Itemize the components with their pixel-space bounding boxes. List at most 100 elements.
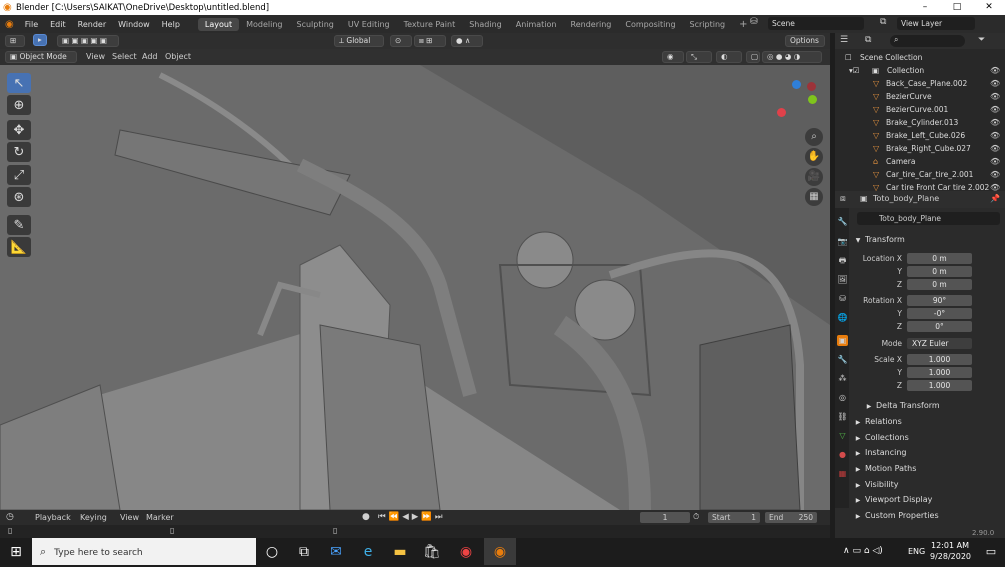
particles-tab-icon[interactable]: ⁂ — [837, 373, 848, 384]
xray-icon[interactable]: ▢ — [746, 51, 760, 63]
world-tab-icon[interactable]: 🌐 — [837, 312, 848, 323]
menu-playback[interactable]: Playback — [35, 513, 71, 522]
tab-compositing[interactable]: Compositing — [618, 18, 682, 31]
cursor-tool-icon[interactable]: ⊕ — [7, 95, 31, 115]
scene-selector[interactable]: Scene — [768, 17, 864, 30]
filter-icon[interactable]: ⏷ — [978, 35, 985, 45]
menu-select[interactable]: Select — [112, 52, 137, 61]
move-tool-icon[interactable]: ✥ — [7, 120, 31, 140]
timeline-editor-icon[interactable]: ◷ — [6, 512, 14, 522]
select-box-icon[interactable]: ▸ — [33, 34, 47, 46]
menu-view-timeline[interactable]: View — [120, 513, 139, 522]
eye-icon[interactable]: 👁 — [990, 155, 1000, 168]
blender-taskbar-icon[interactable]: ◉ — [484, 538, 516, 565]
menu-marker[interactable]: Marker — [146, 513, 174, 522]
menu-edit[interactable]: Edit — [44, 20, 72, 29]
outliner-item[interactable]: ▽ Brake_Right_Cube.027 👁 — [835, 142, 1005, 155]
collection-checkbox-icon[interactable]: ▾☑ — [849, 64, 860, 77]
editor-type-icon[interactable]: ⊞ — [5, 35, 25, 47]
location-z-field[interactable]: 0 m — [907, 279, 972, 290]
minimize-button[interactable]: – — [910, 0, 940, 15]
eye-icon[interactable]: 👁 — [990, 181, 1000, 191]
tab-modeling[interactable]: Modeling — [239, 18, 289, 31]
view-layer-selector[interactable]: View Layer — [897, 17, 975, 30]
eye-icon[interactable]: 👁 — [990, 168, 1000, 181]
mail-icon[interactable]: ✉ — [320, 538, 352, 565]
material-tab-icon[interactable]: ● — [837, 449, 848, 460]
tab-sculpting[interactable]: Sculpting — [290, 18, 341, 31]
outliner-item[interactable]: ▽ BezierCurve 👁 — [835, 90, 1005, 103]
output-tab-icon[interactable]: 🖶 — [837, 255, 848, 266]
motion-paths-panel[interactable]: ▶ Motion Paths — [851, 462, 1003, 476]
scene-icon[interactable]: ⛁ — [750, 17, 765, 30]
store-icon[interactable]: 🛍 — [416, 538, 448, 565]
selection-mode-icons[interactable]: ▣ ▣ ▣ ▣ ▣ — [57, 35, 119, 47]
rotation-y-field[interactable]: -0° — [907, 308, 972, 319]
constraints-tab-icon[interactable]: ⛓ — [837, 411, 848, 422]
start-frame-field[interactable]: Start 1 — [708, 512, 760, 523]
cortana-icon[interactable]: ○ — [256, 538, 288, 565]
snap-icon[interactable]: ⧈ ⊞ — [414, 35, 446, 47]
eye-icon[interactable]: 👁 — [990, 90, 1000, 103]
pin-icon[interactable]: 📌 — [990, 194, 1000, 203]
menu-window[interactable]: Window — [112, 20, 156, 29]
current-frame-field[interactable]: 1 — [640, 512, 690, 523]
task-view-icon[interactable]: ⧉ — [288, 538, 320, 565]
navigation-gizmo[interactable] — [775, 80, 820, 120]
select-tool-icon[interactable]: ↖ — [7, 73, 31, 93]
instancing-panel[interactable]: ▶ Instancing — [851, 446, 1003, 460]
tab-animation[interactable]: Animation — [509, 18, 564, 31]
scale-y-field[interactable]: 1.000 — [907, 367, 972, 378]
eye-icon[interactable]: 👁 — [990, 77, 1000, 90]
scene-tab-icon[interactable]: ⛁ — [837, 293, 848, 304]
outliner-item[interactable]: ▽ BezierCurve.001 👁 — [835, 103, 1005, 116]
proportional-edit-icon[interactable]: ● ∧ — [451, 35, 483, 47]
measure-tool-icon[interactable]: 📐 — [7, 237, 31, 257]
playback-controls-icon[interactable]: ⏮⏪◀▶⏩⏭ — [378, 512, 446, 522]
blender-menu-icon[interactable]: ◉ — [0, 19, 19, 30]
viewport-display-panel[interactable]: ▶ Viewport Display — [851, 493, 1003, 507]
properties-editor-icon[interactable]: ⧈ — [840, 194, 846, 204]
object-name-field[interactable]: Toto_body_Plane — [857, 212, 1000, 225]
tab-texture-paint[interactable]: Texture Paint — [397, 18, 463, 31]
zoom-icon[interactable]: ⌕ — [805, 128, 823, 146]
tray-icons[interactable]: ∧ ▭ ⌂ ◁) — [843, 546, 883, 556]
end-frame-field[interactable]: End 250 — [765, 512, 817, 523]
collection-row[interactable]: ▾☑ ▣ Collection 👁 — [835, 64, 1005, 77]
tab-layout[interactable]: Layout — [197, 17, 240, 31]
eye-icon[interactable]: 👁 — [990, 103, 1000, 116]
transform-orientation-dropdown[interactable]: ⟂ Global — [334, 35, 384, 47]
tab-scripting[interactable]: Scripting — [683, 18, 733, 31]
maximize-button[interactable]: □ — [942, 0, 972, 15]
physics-tab-icon[interactable]: ◎ — [837, 392, 848, 403]
z-axis-icon[interactable] — [792, 80, 801, 89]
data-tab-icon[interactable]: ▽ — [837, 430, 848, 441]
outliner-editor-icon[interactable]: ☰ — [840, 35, 848, 45]
modifier-tab-icon[interactable]: 🔧 — [837, 354, 848, 365]
rotation-z-field[interactable]: 0° — [907, 321, 972, 332]
menu-object[interactable]: Object — [165, 52, 191, 61]
outliner-item[interactable]: ▽ Brake_Left_Cube.026 👁 — [835, 129, 1005, 142]
eye-icon[interactable]: 👁 — [990, 116, 1000, 129]
custom-properties-panel[interactable]: ▶ Custom Properties — [851, 509, 1003, 523]
eye-icon[interactable]: 👁 — [990, 64, 1000, 77]
chrome-icon[interactable]: ◉ — [450, 538, 482, 565]
scale-tool-icon[interactable]: ⤢ — [7, 165, 31, 185]
file-explorer-icon[interactable]: ▬ — [384, 538, 416, 565]
shading-modes-icon[interactable]: ◎ ● ◕ ◑ — [762, 51, 822, 63]
gizmo-icon[interactable]: ⤡ — [686, 51, 712, 63]
3d-viewport[interactable]: ↖ ⊕ ✥ ↻ ⤢ ⊛ ✎ 📐 ⌕ ✋ 🎥 ▦ — [0, 65, 830, 510]
clock[interactable]: 12:01 AM 9/28/2020 — [930, 540, 971, 562]
tab-shading[interactable]: Shading — [462, 18, 509, 31]
pivot-icon[interactable]: ⊙ — [390, 35, 412, 47]
view-layer-tab-icon[interactable]: 🖼 — [837, 274, 848, 285]
language-indicator[interactable]: ENG — [908, 547, 925, 556]
taskbar-search[interactable]: ⌕ Type here to search — [32, 538, 256, 565]
visibility-panel[interactable]: ▶ Visibility — [851, 478, 1003, 492]
y-axis-icon[interactable] — [808, 95, 817, 104]
menu-view[interactable]: View — [86, 52, 105, 61]
neg-x-axis-icon[interactable] — [807, 82, 816, 91]
transform-panel-header[interactable]: ▼ Transform — [851, 233, 1003, 247]
relations-panel[interactable]: ▶ Relations — [851, 415, 1003, 429]
view-layer-icon[interactable]: ⧉ — [880, 17, 895, 30]
